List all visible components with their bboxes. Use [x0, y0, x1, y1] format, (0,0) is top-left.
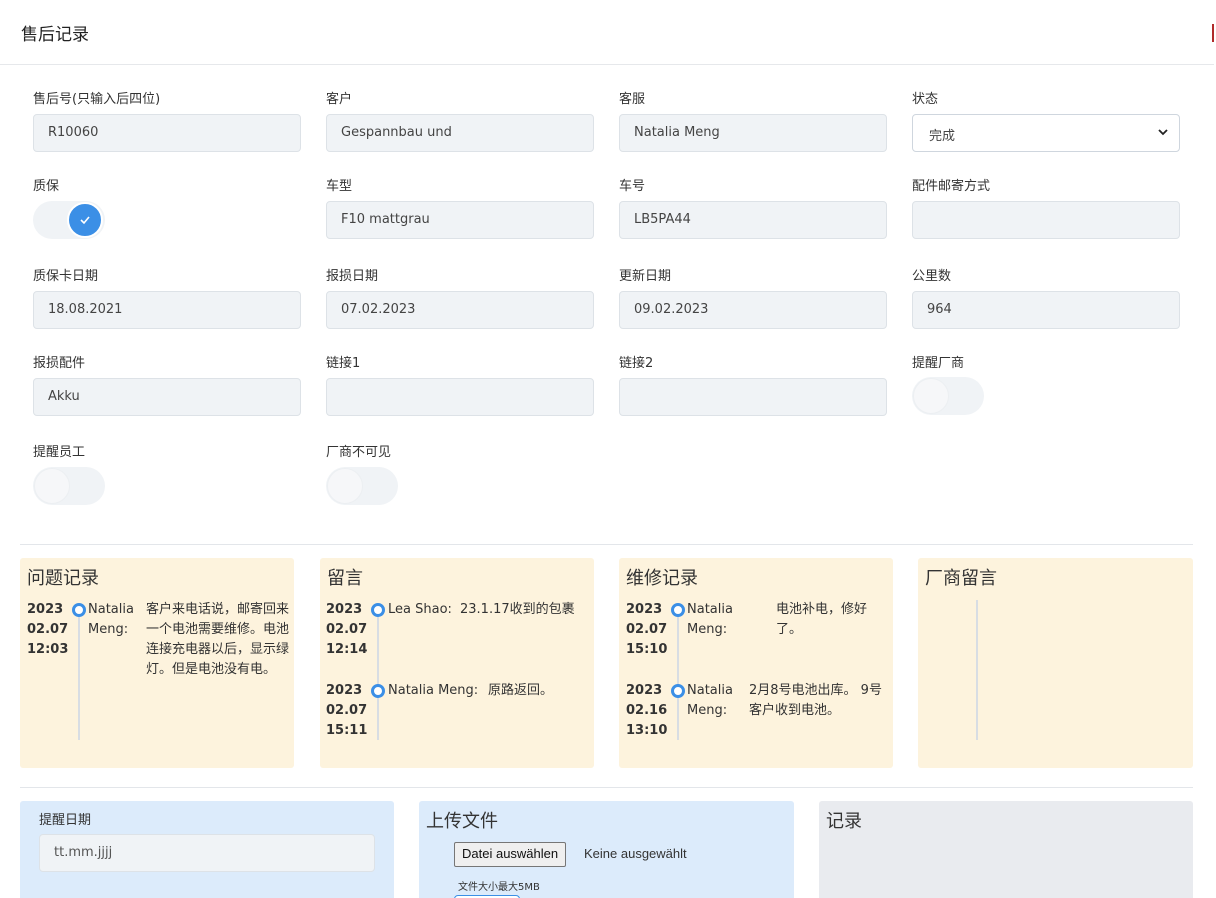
remind-date-label: 提醒日期 — [39, 813, 92, 828]
entry-date: 2023 02.07 12:03 — [27, 602, 69, 657]
timeline-line — [976, 600, 978, 740]
status-select[interactable]: 完成 — [912, 114, 1180, 152]
upload-title: 上传文件 — [426, 811, 498, 832]
repair-log-panel: 维修记录 2023 02.07 15:10 Natalia Meng: 电池补电，修… — [619, 558, 893, 768]
agent-input[interactable]: Natalia Meng — [619, 114, 887, 152]
entry-author: Natalia Meng: — [687, 683, 733, 718]
vehicle-no-label: 车号 — [619, 179, 646, 194]
vendor-hidden-toggle[interactable] — [326, 467, 398, 505]
entry-message: 23.1.17收到的包裹 — [460, 602, 575, 617]
damaged-part-label: 报损配件 — [33, 356, 86, 371]
entry-author: Natalia Meng: — [388, 683, 479, 698]
timeline-entry: 2023 02.07 12:03 Natalia Meng: 客户来电话说，邮寄回来… — [27, 600, 289, 710]
warranty-label: 质保 — [33, 179, 60, 194]
choose-file-button[interactable]: Datei auswählen — [454, 842, 567, 867]
update-date-label: 更新日期 — [619, 269, 672, 284]
agent-label: 客服 — [619, 92, 646, 107]
shipping-label: 配件邮寄方式 — [912, 179, 991, 194]
divider — [20, 787, 1193, 788]
entry-message: 原路返回。 — [488, 683, 554, 698]
shipping-input[interactable] — [912, 201, 1180, 239]
panel-title: 问题记录 — [27, 568, 99, 589]
remind-date-panel: 提醒日期 tt.mm.jjjj — [20, 801, 394, 898]
customer-input[interactable]: Gespannbau und — [326, 114, 594, 152]
chevron-down-icon — [1158, 129, 1168, 136]
damage-date-label: 报损日期 — [326, 269, 379, 284]
upload-panel: 上传文件 Datei auswählen Keine ausgewählt 文件… — [419, 801, 794, 898]
rma-no-label: 售后号(只输入后四位) — [33, 92, 161, 107]
timeline-entry: 2023 02.07 15:11 Natalia Meng: 原路返回。 — [326, 681, 588, 745]
check-icon — [80, 216, 90, 225]
problem-log-panel: 问题记录 2023 02.07 12:03 Natalia Meng: 客户来电话说… — [20, 558, 294, 768]
after-sales-modal: 售后记录 售后号(只输入后四位) R10060 客户 Gespannbau un… — [0, 0, 1214, 898]
link2-input[interactable] — [619, 378, 887, 416]
link1-label: 链接1 — [326, 356, 361, 371]
mileage-input[interactable]: 964 — [912, 291, 1180, 329]
vehicle-no-input[interactable]: LB5PA44 — [619, 201, 887, 239]
vendor-hidden-label: 厂商不可见 — [326, 445, 392, 460]
rma-no-input[interactable]: R10060 — [33, 114, 301, 152]
log-title: 记录 — [826, 811, 862, 832]
modal-header: 售后记录 — [0, 0, 1214, 65]
update-date-input[interactable]: 09.02.2023 — [619, 291, 887, 329]
remind-staff-label: 提醒员工 — [33, 445, 86, 460]
entry-author: Natalia Meng: — [88, 602, 134, 637]
toggle-knob — [34, 468, 70, 504]
timeline-dot-icon — [671, 603, 685, 617]
model-label: 车型 — [326, 179, 353, 194]
timeline-dot-icon — [371, 684, 385, 698]
damage-date-input[interactable]: 07.02.2023 — [326, 291, 594, 329]
divider — [20, 544, 1193, 545]
entry-message: 电池补电，修好了。 — [776, 602, 868, 637]
remind-date-input[interactable]: tt.mm.jjjj — [39, 834, 375, 872]
panel-title: 留言 — [327, 568, 363, 589]
link1-input[interactable] — [326, 378, 594, 416]
panel-title: 厂商留言 — [925, 568, 997, 589]
remind-staff-toggle[interactable] — [33, 467, 105, 505]
entry-date: 2023 02.07 12:14 — [326, 602, 368, 657]
panel-title: 维修记录 — [626, 568, 698, 589]
timeline-entry: 2023 02.16 13:10 Natalia Meng: 2月8号电池出库。 9… — [626, 681, 888, 745]
warranty-date-input[interactable]: 18.08.2021 — [33, 291, 301, 329]
warranty-toggle[interactable] — [33, 201, 105, 239]
timeline-entry: 2023 02.07 12:14 Lea Shao: 23.1.17收到的包裹 — [326, 600, 588, 664]
entry-author: Lea Shao: — [388, 602, 452, 617]
status-label: 状态 — [912, 92, 939, 107]
toggle-knob — [327, 468, 363, 504]
link2-label: 链接2 — [619, 356, 654, 371]
entry-date: 2023 02.07 15:11 — [326, 683, 368, 738]
entry-date: 2023 02.16 13:10 — [626, 683, 668, 738]
entry-message: 客户来电话说，邮寄回来一个电池需要维修。电池连接充电器以后，显示绿灯。但是电池没… — [146, 602, 290, 677]
toggle-knob — [913, 378, 949, 414]
vendor-messages-panel: 厂商留言 — [918, 558, 1193, 768]
file-size-hint: 文件大小最大5MB — [458, 882, 540, 893]
timeline-dot-icon — [371, 603, 385, 617]
toggle-knob — [67, 202, 103, 238]
status-value: 完成 — [929, 129, 956, 144]
remind-vendor-toggle[interactable] — [912, 377, 984, 415]
mileage-label: 公里数 — [912, 269, 952, 284]
no-file-text: Keine ausgewählt — [584, 846, 687, 861]
log-panel: 记录 — [819, 801, 1193, 898]
comments-panel: 留言 2023 02.07 12:14 Lea Shao: 23.1.17收到的包裹… — [320, 558, 594, 768]
model-input[interactable]: F10 mattgrau — [326, 201, 594, 239]
timeline-dot-icon — [671, 684, 685, 698]
remind-vendor-label: 提醒厂商 — [912, 356, 965, 371]
warranty-date-label: 质保卡日期 — [33, 269, 99, 284]
entry-author: Natalia Meng: — [687, 602, 733, 637]
modal-title: 售后记录 — [21, 25, 89, 45]
timeline-dot-icon — [72, 603, 86, 617]
damaged-part-input[interactable]: Akku — [33, 378, 301, 416]
entry-date: 2023 02.07 15:10 — [626, 602, 668, 657]
entry-message: 2月8号电池出库。 9号客户收到电池。 — [749, 683, 882, 718]
customer-label: 客户 — [326, 92, 353, 107]
timeline-entry: 2023 02.07 15:10 Natalia Meng: 电池补电，修好了。 — [626, 600, 888, 664]
